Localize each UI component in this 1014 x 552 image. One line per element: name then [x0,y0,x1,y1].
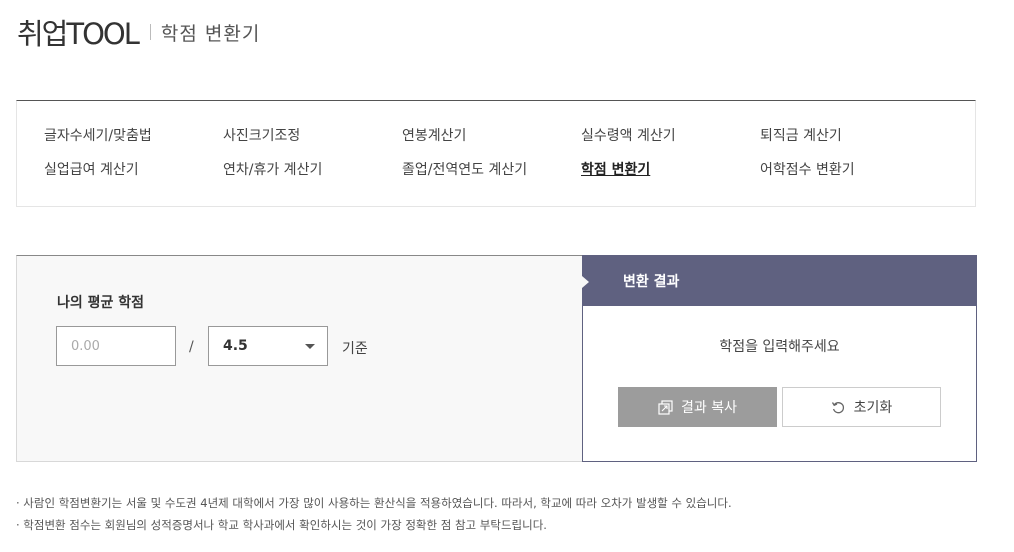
menu-item-photo-resize[interactable]: 사진크기조정 [223,125,402,159]
menu-item-severance-calc[interactable]: 퇴직금 계산기 [760,125,939,159]
result-panel: 변환 결과 학점을 입력해주세요 결과 복사 초기화 [582,255,977,462]
site-logo[interactable]: 취업TOOL [17,11,140,53]
page-title: 학점 변환기 [160,22,261,45]
basis-label: 기준 [342,341,368,357]
note-accuracy: · 학점변환 점수는 회원님의 성적증명서나 학교 학사과에서 확인하시는 것이… [16,518,547,532]
copy-result-label: 결과 복사 [681,400,737,416]
slash-separator: / [189,339,194,355]
gpa-scale-value: 4.5 [223,338,248,354]
menu-item-leave-calc[interactable]: 연차/휴가 계산기 [223,159,402,193]
reset-icon [831,400,846,415]
tool-menu: 글자수세기/맞춤법 사진크기조정 연봉계산기 실수령액 계산기 퇴직금 계산기 … [16,100,976,207]
menu-item-salary-calc[interactable]: 연봉계산기 [402,125,581,159]
notes: · 사람인 학점변환기는 서울 및 수도권 4년제 대학에서 가장 많이 사용하… [16,492,732,536]
menu-item-char-count[interactable]: 글자수세기/맞춤법 [44,125,223,159]
result-header: 변환 결과 [582,256,976,306]
note-formula: · 사람인 학점변환기는 서울 및 수도권 4년제 대학에서 가장 많이 사용하… [16,496,732,510]
gpa-calculator: 나의 평균 학점 / 4.5 기준 변환 결과 학점을 입력해주세요 결과 복사 [16,255,977,462]
result-message: 학점을 입력해주세요 [719,339,840,355]
menu-item-language-score-converter[interactable]: 어학점수 변환기 [760,159,939,193]
reset-button[interactable]: 초기화 [782,387,941,427]
copy-result-button[interactable]: 결과 복사 [618,387,777,427]
gpa-input-label: 나의 평균 학점 [57,295,145,311]
reset-label: 초기화 [853,400,893,416]
tool-menu-grid: 글자수세기/맞춤법 사진크기조정 연봉계산기 실수령액 계산기 퇴직금 계산기 … [44,125,939,193]
menu-item-unemployment-calc[interactable]: 실업급여 계산기 [44,159,223,193]
header-divider [149,24,151,40]
copy-icon [658,399,673,415]
gpa-score-input[interactable] [56,326,176,366]
header: 취업TOOL 학점 변환기 [17,12,260,52]
menu-item-net-pay-calc[interactable]: 실수령액 계산기 [581,125,760,159]
gpa-scale-select[interactable]: 4.5 [208,326,328,366]
menu-item-gpa-converter[interactable]: 학점 변환기 [581,159,760,193]
menu-item-graduation-year-calc[interactable]: 졸업/전역연도 계산기 [402,159,581,193]
caret-down-icon [305,344,315,349]
